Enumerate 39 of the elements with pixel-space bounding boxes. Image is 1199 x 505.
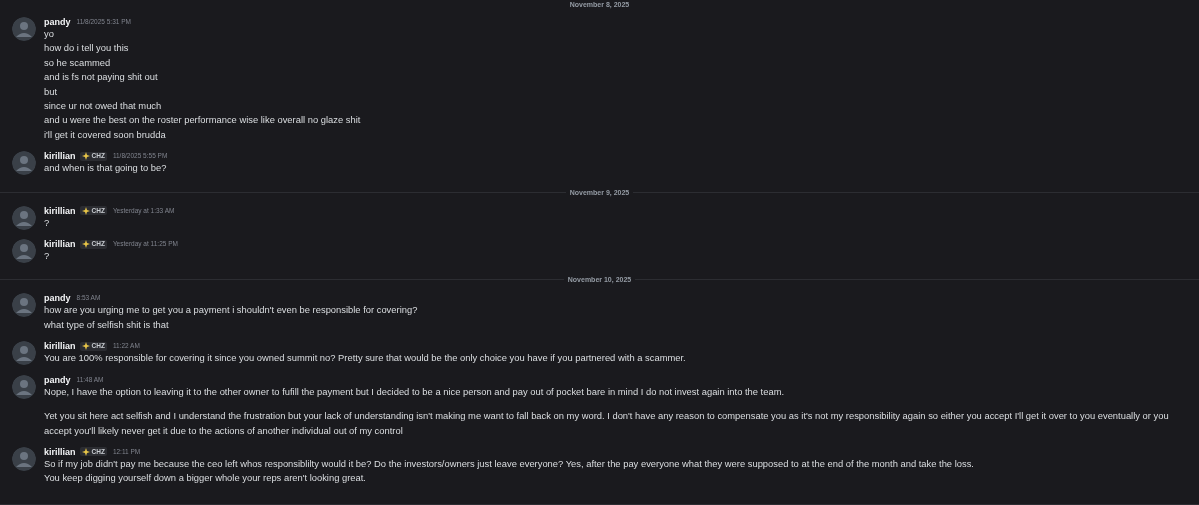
avatar-icon[interactable] bbox=[12, 205, 36, 230]
username[interactable]: pandy bbox=[44, 17, 71, 27]
message-text: So if my job didn't pay me because the ceo left whos responsiblilty would it be? Do the investors/owners just leave everyone? Yes, after the pay everyone what they were supposed to at the end of the month and take the loss. bbox=[44, 456, 975, 471]
message-text: ? bbox=[44, 215, 51, 230]
message-text: but bbox=[44, 84, 59, 99]
avatar-icon[interactable] bbox=[12, 446, 36, 471]
message-text: and when is that going to be? bbox=[44, 161, 168, 176]
username[interactable]: kirillian bbox=[44, 151, 76, 162]
avatar-icon[interactable] bbox=[12, 239, 36, 264]
message-text: Nope, I have the option to leaving it to the other owner to fufill the payment but I decided to be a nice person and pay out of pocket bare in mind I do not invest again into the team. bbox=[44, 385, 786, 399]
avatar-icon[interactable] bbox=[12, 151, 36, 176]
username[interactable]: kirillian bbox=[44, 205, 76, 216]
message-text: i'll get it covered soon brudda bbox=[44, 127, 167, 142]
username[interactable]: kirillian bbox=[44, 446, 76, 457]
avatar-icon[interactable] bbox=[12, 341, 36, 366]
username[interactable]: kirillian bbox=[44, 341, 76, 352]
diamond-icon bbox=[81, 206, 90, 215]
message-text: You keep digging yourself down a bigger whole your reps aren't looking great. bbox=[44, 471, 367, 486]
message-text: since ur not owed that much bbox=[44, 99, 163, 114]
diamond-icon bbox=[81, 447, 90, 456]
message-text: what type of selfish shit is that bbox=[44, 317, 170, 332]
message-text: ? bbox=[44, 249, 51, 264]
message-text: how are you urging me to get you a payment i shouldn't even be responsible for covering? bbox=[44, 303, 419, 318]
avatar-icon[interactable] bbox=[12, 374, 36, 399]
message-text: and u were the best on the roster performance wise like overall no glaze shit bbox=[44, 113, 362, 128]
message-text: so he scammed bbox=[44, 55, 112, 70]
diamond-icon bbox=[81, 152, 90, 161]
message-text: and is fs not paying shit out bbox=[44, 70, 159, 85]
message-text: how do i tell you this bbox=[44, 41, 130, 56]
diamond-icon bbox=[81, 342, 90, 351]
avatar-icon[interactable] bbox=[12, 293, 36, 318]
message-text: You are 100% responsible for covering it since you owned summit no? Pretty sure that would be the only choice you have if you partnered with a scammer. bbox=[44, 351, 687, 366]
message-text: yo bbox=[44, 27, 55, 41]
username[interactable]: pandy bbox=[44, 374, 71, 385]
username[interactable]: pandy bbox=[44, 293, 71, 304]
avatar-icon[interactable] bbox=[12, 17, 36, 41]
username[interactable]: kirillian bbox=[44, 239, 76, 250]
message-text: Yet you sit here act selfish and I understand the frustration but your lack of understanding isn't making me want to fall back on my word. I don't have any reason to compensate you as it's not my responsibility again so either you accept I'll get it over to you eventually or you accept you'll likely never get it due to the actions of another individual out of my control bbox=[44, 409, 1170, 438]
diamond-icon bbox=[81, 240, 90, 249]
